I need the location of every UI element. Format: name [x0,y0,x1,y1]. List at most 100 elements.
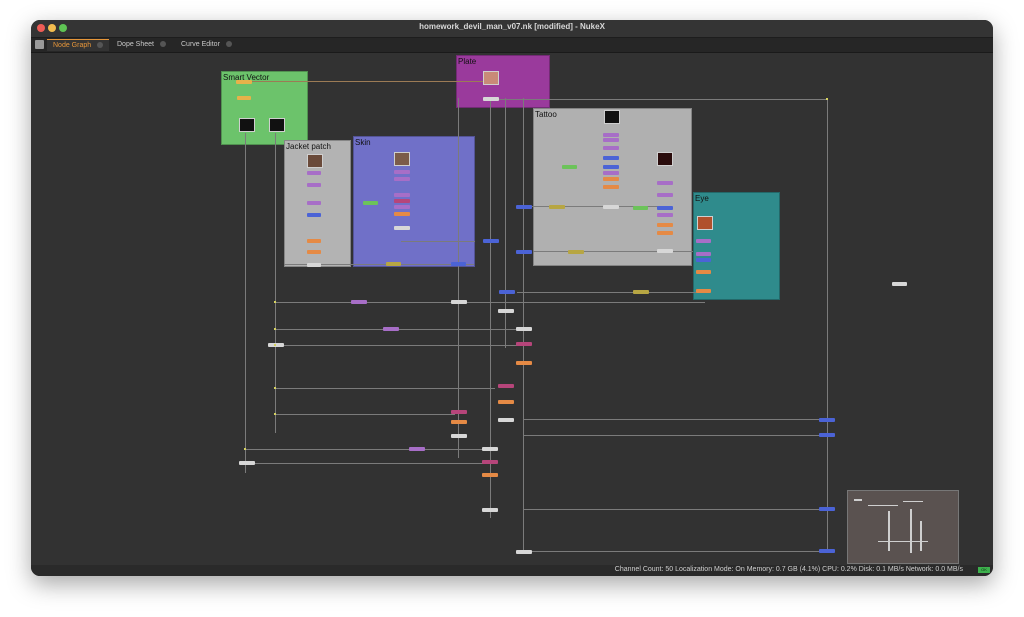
node[interactable] [239,461,255,465]
node[interactable] [603,133,619,137]
node[interactable] [307,213,321,217]
node[interactable] [394,205,410,209]
node[interactable] [568,250,584,254]
node[interactable] [696,239,711,243]
node[interactable] [603,156,619,160]
read-node-thumbnail[interactable] [604,110,620,124]
node[interactable] [394,177,410,181]
node[interactable] [451,300,467,304]
node[interactable] [383,327,399,331]
node[interactable] [516,205,532,209]
tab-dope-sheet[interactable]: Dope Sheet [111,39,172,51]
dot-node[interactable] [244,448,246,450]
node[interactable] [633,290,649,294]
node-graph-minimap[interactable] [847,490,959,564]
node[interactable] [819,418,835,422]
node[interactable] [307,250,321,254]
node[interactable] [307,201,321,205]
node[interactable] [657,193,673,197]
dot-node[interactable] [274,301,276,303]
node[interactable] [892,282,907,286]
node[interactable] [603,146,619,150]
node[interactable] [549,205,565,209]
read-node-thumbnail[interactable] [657,152,673,166]
node[interactable] [499,290,515,294]
node[interactable] [657,223,673,227]
dot-node[interactable] [826,98,828,100]
read-node-thumbnail[interactable] [483,71,499,85]
read-node-thumbnail[interactable] [394,152,410,166]
node[interactable] [363,201,378,205]
dot-node[interactable] [274,387,276,389]
node[interactable] [516,342,532,346]
node[interactable] [482,460,498,464]
node[interactable] [451,262,466,266]
node[interactable] [696,258,711,262]
node[interactable] [394,199,410,203]
node[interactable] [603,138,619,142]
node[interactable] [394,212,410,216]
node[interactable] [394,226,410,230]
node[interactable] [603,177,619,181]
node[interactable] [633,206,648,210]
read-node-thumbnail[interactable] [269,118,285,132]
node[interactable] [483,239,499,243]
dot-node[interactable] [274,328,276,330]
node[interactable] [516,250,532,254]
node[interactable] [819,549,835,553]
node[interactable] [603,171,619,175]
node[interactable] [307,239,321,243]
node[interactable] [498,384,514,388]
node[interactable] [819,507,835,511]
close-tab-icon[interactable] [159,41,166,48]
dot-node[interactable] [274,413,276,415]
node[interactable] [307,171,321,175]
node[interactable] [696,252,711,256]
node[interactable] [498,400,514,404]
tab-node-graph[interactable]: Node Graph [47,39,110,51]
node[interactable] [657,206,673,210]
node[interactable] [516,361,532,365]
node[interactable] [451,410,467,414]
panel-menu-icon[interactable] [35,40,44,49]
node[interactable] [451,420,467,424]
backdrop-eye[interactable]: Eye [693,192,780,300]
node[interactable] [307,183,321,187]
node[interactable] [657,231,673,235]
node[interactable] [482,447,498,451]
tab-curve-editor[interactable]: Curve Editor [175,39,238,51]
read-node-thumbnail[interactable] [239,118,255,132]
node[interactable] [657,249,673,253]
dot-node[interactable] [274,344,276,346]
node[interactable] [483,97,499,101]
read-node-thumbnail[interactable] [697,216,713,230]
node[interactable] [603,185,619,189]
node[interactable] [603,205,619,209]
node[interactable] [657,181,673,185]
node[interactable] [482,473,498,477]
node-graph-canvas[interactable]: Smart Vector Plate Jacket patch Skin Tat… [31,53,993,565]
node[interactable] [516,550,532,554]
node[interactable] [394,170,410,174]
node[interactable] [268,343,284,347]
node[interactable] [482,508,498,512]
node[interactable] [394,193,410,197]
node[interactable] [696,289,711,293]
node[interactable] [351,300,367,304]
node[interactable] [657,213,673,217]
node[interactable] [696,270,711,274]
node[interactable] [409,447,425,451]
node[interactable] [451,434,467,438]
read-node-thumbnail[interactable] [307,154,323,168]
close-tab-icon[interactable] [97,42,104,49]
node[interactable] [498,309,514,313]
node[interactable] [516,327,532,331]
node[interactable] [236,80,252,84]
backdrop-smart-vector[interactable]: Smart Vector [221,71,308,145]
node[interactable] [498,418,514,422]
node[interactable] [307,263,321,267]
node[interactable] [237,96,251,100]
close-tab-icon[interactable] [225,41,232,48]
node[interactable] [603,165,619,169]
node[interactable] [562,165,577,169]
